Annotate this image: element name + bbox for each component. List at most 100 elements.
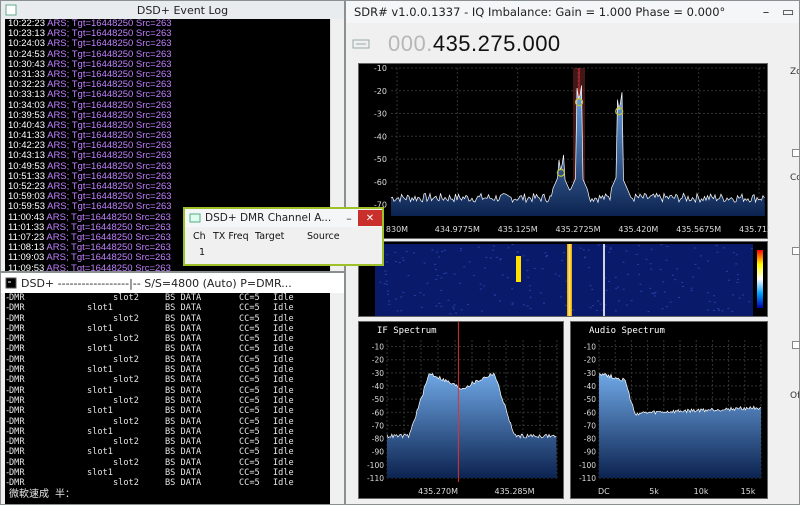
console-type: BS DATA (165, 406, 202, 417)
waterfall-speck (384, 270, 387, 272)
waterfall-speck (506, 277, 509, 279)
if-spectrum-title: IF Spectrum (377, 326, 437, 336)
console-type: BS DATA (165, 375, 202, 386)
console-state: Idle (273, 365, 294, 376)
waterfall-speck (460, 309, 463, 311)
sdr-titlebar[interactable]: SDR# v1.0.0.1337 - IQ Imbalance: Gain = … (346, 1, 799, 23)
waterfall-speck (650, 268, 653, 270)
console-line: - DMR slot2 BS DATA CC=5 Idle (5, 437, 331, 447)
x-tick-label: 15k (741, 487, 756, 496)
y-tick-label: -100 (579, 461, 596, 470)
waterfall-speck (443, 273, 446, 275)
column-header-ch: Ch (193, 231, 206, 242)
waterfall-speck (499, 258, 502, 260)
x-tick-label: 435.2725M (555, 225, 600, 234)
waterfall-speck (661, 308, 664, 310)
waterfall-speck (529, 307, 532, 309)
waterfall-speck (649, 287, 652, 289)
console-titlebar[interactable]: DSD+ ------------------|-- S/S=4800 (Aut… (1, 273, 344, 293)
waterfall-panel[interactable] (358, 241, 768, 317)
waterfall-speck (447, 299, 450, 301)
waterfall-speck (736, 278, 739, 280)
console-proto: DMR (9, 375, 25, 386)
spectrum-chart: -10-20-30-40-50-60-70830M 434.9775M 435.12… (374, 64, 769, 234)
frequency-mode-icon[interactable] (352, 39, 370, 49)
x-tick-label: 435.285M (495, 487, 535, 496)
close-button[interactable]: ✕ (358, 210, 382, 226)
y-tick-label: -60 (584, 408, 596, 417)
console-line: - DMR slot2 BS DATA CC=5 Idle (5, 375, 331, 385)
dmr-activity-title: DSD+ DMR Channel A... (205, 212, 332, 224)
event-log-titlebar[interactable]: DSD+ Event Log (1, 1, 344, 19)
y-tick-label: -50 (372, 395, 384, 404)
waterfall-speck (750, 248, 753, 250)
column-header-tx-freq: TX Freq (213, 231, 249, 242)
maximize-icon[interactable]: ▭ (777, 5, 799, 20)
y-tick-label: -100 (367, 461, 384, 470)
waterfall-speck (479, 283, 482, 285)
waterfall-speck (599, 303, 602, 305)
console-content[interactable]: - DMR slot2 BS DATA CC=5 Idle - DMR slot1 BS DATA… (5, 293, 331, 504)
console-scrollbar[interactable] (330, 293, 344, 504)
console-type: BS DATA (165, 323, 202, 334)
waterfall-speck (493, 294, 496, 296)
side-checkbox[interactable] (792, 341, 799, 349)
column-header-source: Source (307, 231, 340, 242)
y-tick-label: -40 (584, 382, 596, 391)
waterfall-speck (460, 247, 463, 249)
audio-spectrum-panel[interactable]: -10 -20 -30 -40 -50 -60 -70 -80 -90 -100 -110 DC 5k 1… (570, 321, 768, 499)
console-line: - DMR slot1 BS DATA CC=5 Idle (5, 303, 331, 313)
console-line: - DMR slot1 BS DATA CC=5 Idle (5, 468, 331, 478)
waterfall-speck (385, 283, 388, 285)
x-tick-label: 10k (694, 487, 709, 496)
console-slot: slot2 (113, 457, 139, 468)
side-checkbox[interactable] (792, 247, 799, 255)
waterfall-speck (395, 261, 398, 263)
audio-spectrum-chart: -10 -20 -30 -40 -50 -60 -70 -80 -90 -100 -110DC 5k 1… (579, 340, 762, 496)
x-tick-label: 435.270M (418, 487, 458, 496)
console-proto: DMR (9, 344, 25, 355)
waterfall-speck (725, 270, 728, 272)
sdr-title: SDR# v1.0.0.1337 - IQ Imbalance: Gain = … (354, 5, 726, 19)
frequency-display[interactable]: 000.435.275.000 (388, 31, 561, 57)
waterfall-speck (638, 273, 641, 275)
dmr-activity-titlebar[interactable]: DSD+ DMR Channel A... – ✕ (185, 209, 382, 227)
console-proto: DMR (9, 395, 25, 406)
event-log-title: DSD+ Event Log (136, 3, 229, 17)
waterfall-speck (526, 259, 529, 261)
waterfall-speck (640, 290, 643, 292)
console-line: - DMR slot1 BS DATA CC=5 Idle (5, 447, 331, 457)
waterfall-speck (468, 261, 471, 263)
console-slot: slot2 (113, 313, 139, 324)
waterfall-speck (662, 281, 665, 283)
waterfall-speck (735, 254, 738, 256)
console-type: BS DATA (165, 313, 202, 324)
waterfall-speck (637, 263, 640, 265)
console-cc: CC=5 (239, 457, 260, 468)
waterfall-speck (736, 274, 739, 276)
waterfall-speck (516, 251, 519, 253)
waterfall-speck (489, 257, 492, 259)
waterfall-speck (663, 291, 666, 293)
waterfall-speck (609, 247, 612, 249)
waterfall-speck (422, 294, 425, 296)
side-checkbox[interactable] (792, 149, 799, 157)
waterfall-speck (579, 247, 582, 249)
minimize-icon[interactable]: – (340, 211, 358, 225)
waterfall-speck (589, 307, 592, 309)
console-type: BS DATA (165, 437, 202, 448)
column-header-target: Target (255, 231, 285, 242)
minimize-icon[interactable]: – (755, 5, 777, 20)
console-slot: slot2 (113, 395, 139, 406)
if-spectrum-chart: -10 -20 -30 -40 -50 -60 -70 -80 -90 -100 -110 435.2… (367, 322, 558, 496)
waterfall-speck (507, 247, 510, 249)
if-spectrum-panel[interactable]: -10 -20 -30 -40 -50 -60 -70 -80 -90 -100 -110 435.2… (358, 321, 564, 499)
waterfall-speck (614, 276, 617, 278)
waterfall-speck (528, 290, 531, 292)
waterfall-speck (718, 309, 721, 311)
waterfall-speck (735, 263, 738, 265)
console-proto: DMR (9, 365, 25, 376)
waterfall-speck (479, 288, 482, 290)
spectrum-panel[interactable]: -10 -20 -30 -40 -50 -60 -70 830M 434.9775M 435.12… (358, 63, 769, 239)
console-line: - DMR slot2 BS DATA CC=5 Idle (5, 334, 331, 344)
